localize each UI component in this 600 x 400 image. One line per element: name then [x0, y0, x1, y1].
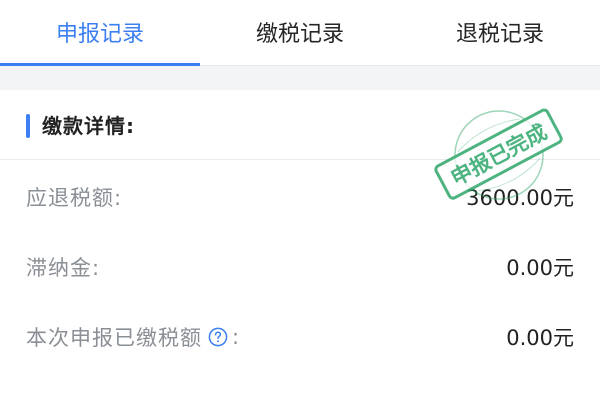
- section-header: 缴款详情:: [0, 90, 600, 160]
- detail-label: 应退税额:: [26, 182, 122, 212]
- detail-row-late-fee: 滞纳金: 0.00元: [0, 232, 600, 302]
- tab-bar: 申报记录 缴税记录 退税记录: [0, 0, 600, 66]
- question-circle-icon[interactable]: [208, 327, 228, 347]
- tab-label: 退税记录: [455, 21, 544, 47]
- detail-row-paid-amount: 本次申报已缴税额 : 0.00元: [0, 302, 600, 372]
- detail-label-suffix: :: [232, 325, 241, 349]
- detail-row-refund-amount: 应退税额: 3600.00元: [0, 162, 600, 232]
- detail-label-text: 滞纳金:: [26, 256, 101, 280]
- detail-label-text: 本次申报已缴税额: [26, 326, 202, 350]
- detail-value: 0.00元: [506, 256, 574, 280]
- tab-tax-refund-records[interactable]: 退税记录: [400, 0, 600, 65]
- section-title: 缴款详情:: [42, 114, 135, 138]
- payment-details-card: 缴款详情: 应退税额: 3600.00元 滞纳金: 0.00元 本次申报已缴税额: [0, 90, 600, 400]
- tab-declaration-records[interactable]: 申报记录: [0, 0, 200, 66]
- tab-label: 缴税记录: [255, 21, 344, 47]
- detail-label: 本次申报已缴税额 :: [26, 322, 240, 352]
- detail-value: 0.00元: [506, 326, 574, 350]
- section-accent-bar: [26, 114, 30, 138]
- detail-label-text: 应退税额:: [26, 186, 123, 210]
- section-divider: [0, 66, 600, 90]
- detail-label: 滞纳金:: [26, 252, 100, 282]
- tab-tax-payment-records[interactable]: 缴税记录: [200, 0, 400, 65]
- tab-label: 申报记录: [55, 21, 144, 47]
- page: 申报记录 缴税记录 退税记录 缴款详情: 应退税额: 3600.00元 滞纳金:…: [0, 0, 600, 400]
- detail-value: 3600.00元: [466, 186, 574, 210]
